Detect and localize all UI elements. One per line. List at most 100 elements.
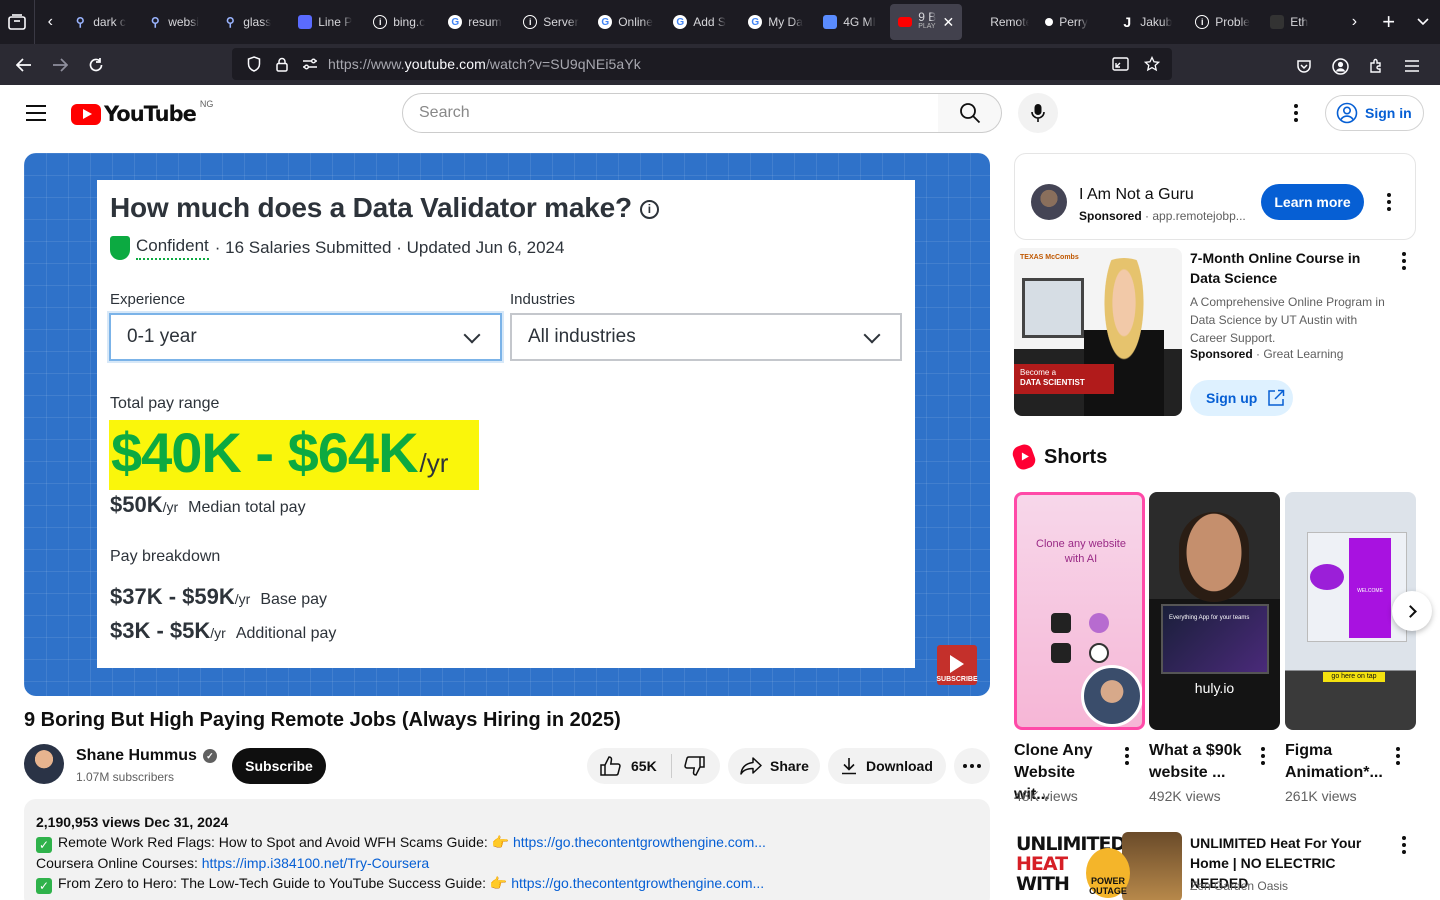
sign-up-button[interactable]: Sign up xyxy=(1190,380,1293,416)
thumbnail-monitor xyxy=(1022,278,1084,338)
ad2-title[interactable]: 7-Month Online Course in Data Science xyxy=(1190,248,1390,288)
browser-tab[interactable]: 9 B PLAY ✕ xyxy=(890,4,963,40)
short-3-menu-icon[interactable] xyxy=(1386,744,1410,768)
frame-experience-dropdown: 0-1 year xyxy=(109,313,502,361)
pocket-icon[interactable] xyxy=(1286,48,1322,84)
youtube-logo[interactable]: YouTube NG xyxy=(71,99,214,126)
new-tab-icon[interactable]: + xyxy=(1372,0,1406,44)
list-all-tabs-icon[interactable] xyxy=(1406,0,1440,44)
description-box[interactable]: 2,190,953 views Dec 31, 2024 ✓ Remote Wor… xyxy=(24,799,990,900)
ad-thumbnail[interactable]: TEXAS McCombs Become a DATA SCIENTIST xyxy=(1014,248,1182,416)
bookmark-star-icon[interactable] xyxy=(1138,56,1166,72)
sponsored-ad-card[interactable]: I Am Not a Guru Sponsored · app.remotejo… xyxy=(1014,153,1416,240)
guide-menu-icon[interactable] xyxy=(20,97,52,129)
browser-tab[interactable]: ⚲ glass xyxy=(215,4,290,40)
download-button[interactable]: Download xyxy=(828,748,946,784)
app-menu-icon[interactable] xyxy=(1394,48,1430,84)
like-button[interactable]: 65K xyxy=(587,754,672,778)
channel-avatar[interactable] xyxy=(24,744,64,784)
browser-tab[interactable]: Remote W xyxy=(962,4,1037,40)
close-tab-icon[interactable]: ✕ xyxy=(942,14,954,31)
browser-nav-bar: https://www.youtube.com/watch?v=SU9qNEi5… xyxy=(0,44,1440,85)
verified-icon: ✓ xyxy=(202,749,217,763)
frame-breakdown-label: Pay breakdown xyxy=(110,548,221,565)
description-link-3[interactable]: https://go.thecontentgrowthengine.com... xyxy=(511,875,764,891)
search-button[interactable] xyxy=(938,93,1002,133)
info-icon: i xyxy=(523,15,538,29)
google-icon: G xyxy=(448,15,463,29)
short-1-views: 48K views xyxy=(1014,788,1078,804)
address-bar[interactable]: https://www.youtube.com/watch?v=SU9qNEi5… xyxy=(232,48,1172,80)
frame-meta: · 16 Salaries Submitted · Updated Jun 6,… xyxy=(214,238,565,257)
short-2-title[interactable]: What a $90k website ... xyxy=(1149,740,1249,784)
browser-tab[interactable]: ⚲ dark c xyxy=(65,4,140,40)
download-label: Download xyxy=(866,758,933,774)
short-2-menu-icon[interactable] xyxy=(1251,744,1275,768)
shorts-heading: Shorts xyxy=(1010,442,1107,472)
heat-video-menu-icon[interactable] xyxy=(1392,833,1416,857)
video-player[interactable]: How much does a Data Validator make? i Co… xyxy=(24,153,990,696)
description-link-1[interactable]: https://go.thecontentgrowthengine.com... xyxy=(513,834,766,850)
frame-heading: How much does a Data Validator make? i xyxy=(110,192,659,224)
description-line-2: Coursera Online Courses: https://imp.i38… xyxy=(36,855,430,871)
short-1-menu-icon[interactable] xyxy=(1115,744,1139,768)
subscribe-button[interactable]: Subscribe xyxy=(232,748,326,784)
back-icon[interactable] xyxy=(6,47,42,83)
dislike-button[interactable] xyxy=(672,756,718,776)
browser-tab[interactable]: G Online xyxy=(590,4,665,40)
ad-menu-icon[interactable] xyxy=(1377,190,1401,214)
share-button[interactable]: Share xyxy=(728,748,820,784)
short-thumbnail-2[interactable]: Everything App for your teams huly.io xyxy=(1149,492,1280,730)
browser-tab[interactable]: 4G MI xyxy=(815,4,890,40)
reload-icon[interactable] xyxy=(78,47,114,83)
short-thumbnail-1[interactable]: Clone any website with AI xyxy=(1014,492,1145,730)
channel-name[interactable]: Shane Hummus ✓ xyxy=(76,747,217,765)
shorts-next-arrow-icon[interactable] xyxy=(1392,591,1432,631)
check-mark-icon: ✓ xyxy=(36,837,52,853)
country-code: NG xyxy=(199,99,214,109)
tab-scroll-left-icon[interactable]: ‹ xyxy=(34,0,65,44)
browser-tab[interactable]: Gresum xyxy=(440,4,515,40)
browser-tab[interactable]: J Jakub xyxy=(1112,4,1187,40)
browser-tab[interactable]: Perry xyxy=(1037,4,1112,40)
picture-in-picture-icon[interactable] xyxy=(1106,56,1134,72)
subscribe-watermark[interactable]: SUBSCRIBE xyxy=(936,645,978,685)
browser-tab[interactable]: Eth xyxy=(1262,4,1337,40)
permissions-icon[interactable] xyxy=(296,58,324,70)
short-2-views: 492K views xyxy=(1149,788,1221,804)
short-3-title[interactable]: Figma Animation*... xyxy=(1285,740,1385,784)
browser-tab-label: bing.c xyxy=(393,15,426,29)
browser-tab[interactable]: G My Da xyxy=(740,4,815,40)
browser-tab[interactable]: i Proble xyxy=(1187,4,1262,40)
youtube-header: YouTube NG Search Sign in xyxy=(0,85,1440,141)
browser-tab[interactable]: Line P xyxy=(290,4,365,40)
frame-median-row: $50K/yr Median total pay xyxy=(110,492,306,517)
tab-overview-icon[interactable] xyxy=(0,0,34,44)
browser-tab-label: Eth xyxy=(1290,15,1309,29)
forward-icon[interactable] xyxy=(42,47,78,83)
ad2-sponsor-line: Sponsored · Great Learning xyxy=(1190,347,1344,361)
settings-more-icon[interactable] xyxy=(1284,101,1308,125)
search-input[interactable]: Search xyxy=(402,93,939,133)
tracking-protection-icon[interactable] xyxy=(240,56,268,72)
extensions-icon[interactable] xyxy=(1358,48,1394,84)
description-link-2[interactable]: https://imp.i384100.net/Try-Coursera xyxy=(202,855,429,871)
browser-tab[interactable]: i Server xyxy=(515,4,590,40)
info-icon: i xyxy=(1195,15,1210,29)
sign-in-button[interactable]: Sign in xyxy=(1325,95,1424,131)
lock-icon[interactable] xyxy=(268,57,296,72)
voice-search-button[interactable] xyxy=(1018,93,1058,133)
linear-icon xyxy=(298,15,313,29)
thumbs-up-icon xyxy=(600,756,621,776)
browser-tab[interactable]: ⚲ websi xyxy=(140,4,215,40)
more-actions-icon[interactable] xyxy=(954,748,990,784)
like-dislike-group: 65K xyxy=(587,748,720,784)
heat-video-channel[interactable]: Zen Garden Oasis xyxy=(1190,879,1288,893)
ad2-menu-icon[interactable] xyxy=(1392,249,1416,273)
learn-more-button[interactable]: Learn more xyxy=(1261,184,1364,220)
account-icon[interactable] xyxy=(1322,48,1358,84)
tab-scroll-right-icon[interactable]: › xyxy=(1337,0,1371,44)
browser-tab[interactable]: G Add S xyxy=(665,4,740,40)
browser-tab[interactable]: i bing.c xyxy=(365,4,440,40)
video-thumbnail-heat[interactable]: UNLIMITED HEAT WITH POWER OUTAGE xyxy=(1014,832,1182,900)
